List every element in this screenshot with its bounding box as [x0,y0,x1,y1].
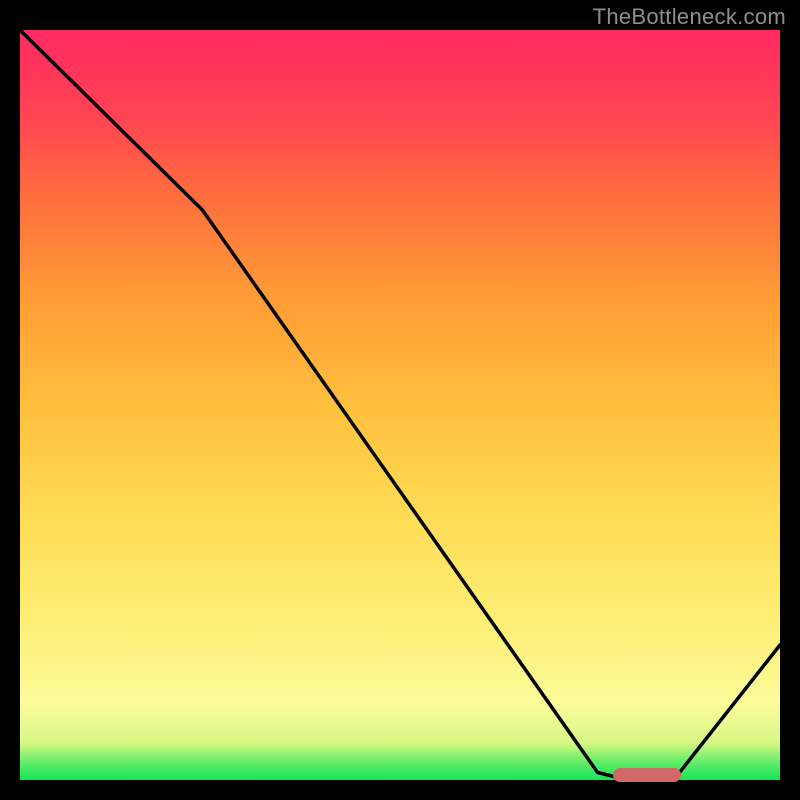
chart-frame [20,30,780,780]
watermark-text: TheBottleneck.com [593,4,786,30]
optimal-range-marker [613,768,681,782]
bottleneck-curve [20,30,780,780]
